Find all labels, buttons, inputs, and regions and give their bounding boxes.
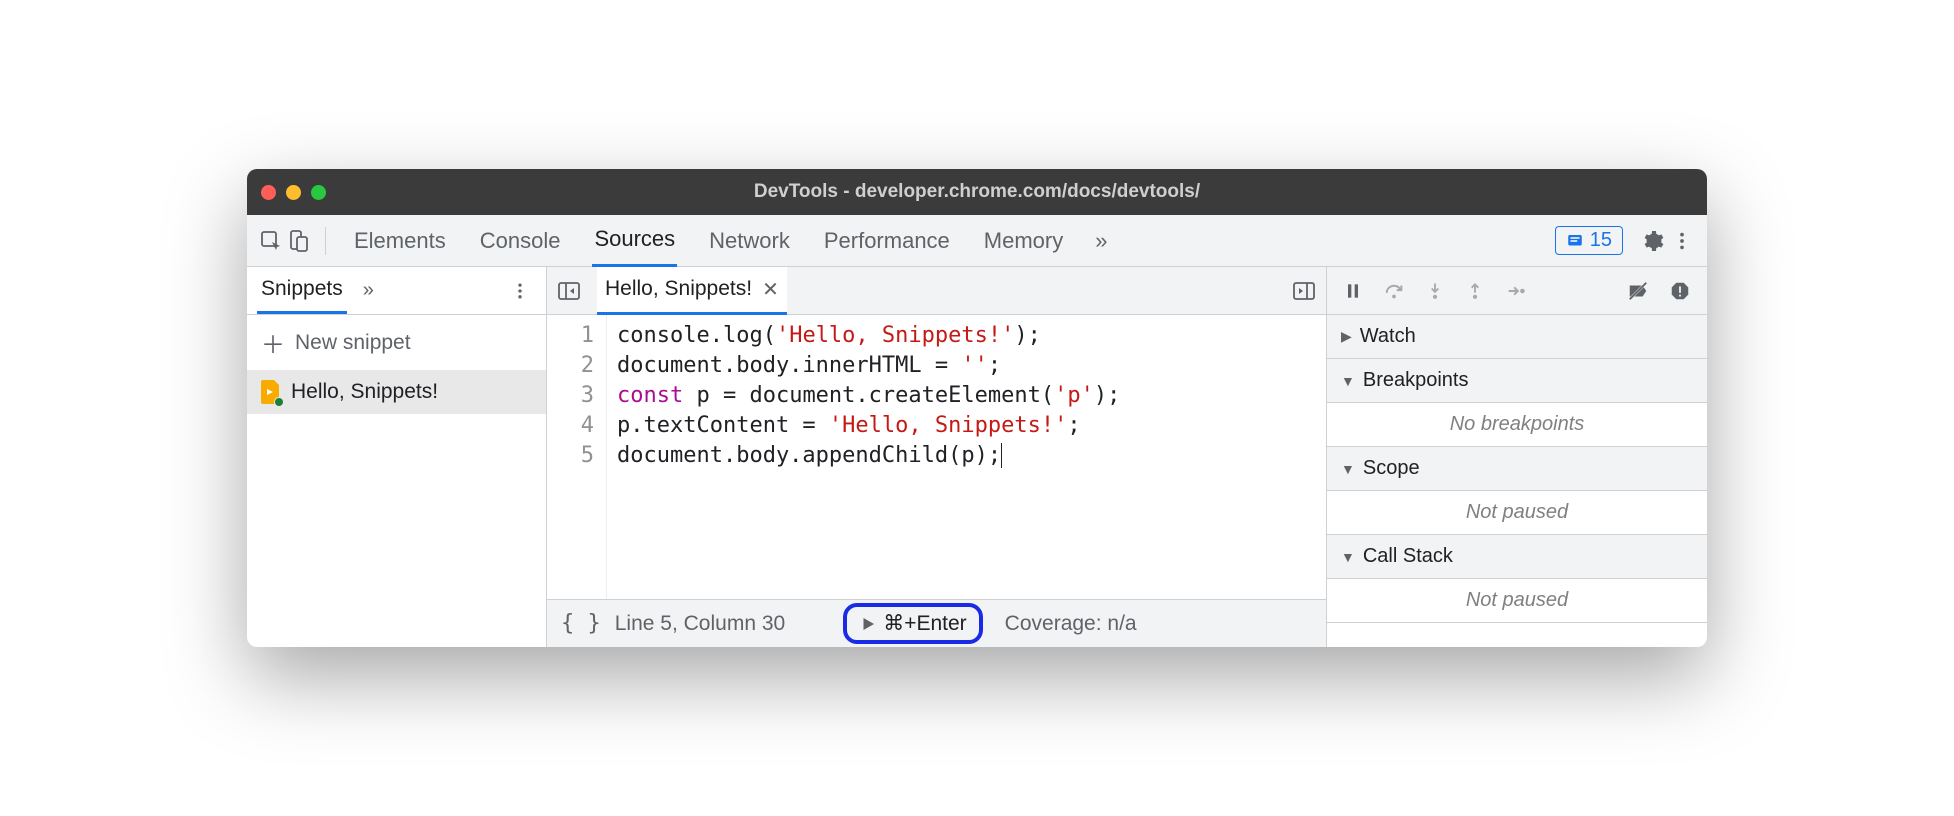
issues-count: 15	[1590, 229, 1612, 252]
panel-tab-elements[interactable]: Elements	[352, 216, 448, 266]
navigator-overflow-icon[interactable]: »	[363, 279, 374, 302]
panel-tab-memory[interactable]: Memory	[982, 216, 1065, 266]
triangle-down-icon: ▼	[1341, 461, 1355, 477]
devtools-window: DevTools - developer.chrome.com/docs/dev…	[247, 169, 1707, 647]
snippet-file-icon	[261, 380, 281, 404]
window-title: DevTools - developer.chrome.com/docs/dev…	[247, 181, 1707, 203]
debugger-toolbar	[1327, 267, 1707, 315]
step-out-icon[interactable]	[1465, 281, 1485, 301]
main-content: Snippets » ＋ New snippet Hello, Snippets…	[247, 267, 1707, 647]
step-over-icon[interactable]	[1383, 280, 1405, 302]
code-editor[interactable]: 12345 console.log('Hello, Snippets!');do…	[547, 315, 1326, 599]
code-content[interactable]: console.log('Hello, Snippets!');document…	[607, 315, 1120, 599]
navigator-more-icon[interactable]	[510, 281, 536, 301]
toggle-debugger-icon[interactable]	[1292, 279, 1316, 303]
settings-icon[interactable]	[1637, 229, 1667, 253]
panel-tab-sources[interactable]: Sources	[592, 214, 677, 267]
issues-badge[interactable]: 15	[1555, 226, 1623, 255]
section-breakpoints[interactable]: ▼ Breakpoints	[1327, 359, 1707, 403]
section-watch[interactable]: ▶ Watch	[1327, 315, 1707, 359]
coverage-status: Coverage: n/a	[1005, 612, 1137, 636]
section-title: Watch	[1360, 325, 1416, 348]
run-snippet-button[interactable]: ⌘+Enter	[843, 603, 982, 644]
section-body: Not paused	[1327, 579, 1707, 623]
deactivate-breakpoints-icon[interactable]	[1627, 280, 1649, 302]
window-titlebar: DevTools - developer.chrome.com/docs/dev…	[247, 169, 1707, 215]
navigator-sidebar: Snippets » ＋ New snippet Hello, Snippets…	[247, 267, 547, 647]
close-window-icon[interactable]	[261, 185, 276, 200]
toolbar-separator	[325, 227, 326, 255]
editor-panel: Hello, Snippets! ✕ 12345 console.log('He…	[547, 267, 1327, 647]
triangle-down-icon: ▼	[1341, 549, 1355, 565]
editor-tabstrip: Hello, Snippets! ✕	[547, 267, 1326, 315]
plus-icon: ＋	[261, 325, 285, 360]
section-body: Not paused	[1327, 491, 1707, 535]
new-snippet-label: New snippet	[295, 331, 411, 355]
pretty-print-icon[interactable]: { }	[561, 611, 601, 636]
snippets-tab[interactable]: Snippets	[257, 267, 347, 314]
section-title: Breakpoints	[1363, 369, 1469, 392]
panel-tabs: Elements Console Sources Network Performance…	[352, 214, 1555, 267]
snippet-list-item[interactable]: Hello, Snippets!	[247, 370, 546, 414]
step-icon[interactable]	[1505, 280, 1527, 302]
new-snippet-button[interactable]: ＋ New snippet	[247, 315, 546, 370]
modified-dot-icon	[274, 397, 284, 407]
device-toolbar-icon[interactable]	[285, 227, 313, 255]
navigator-tabstrip: Snippets »	[247, 267, 546, 315]
panel-tab-network[interactable]: Network	[707, 216, 792, 266]
zoom-window-icon[interactable]	[311, 185, 326, 200]
snippet-name: Hello, Snippets!	[291, 380, 438, 404]
more-icon[interactable]	[1667, 230, 1697, 252]
minimize-window-icon[interactable]	[286, 185, 301, 200]
panel-tab-performance[interactable]: Performance	[822, 216, 952, 266]
section-title: Scope	[1363, 457, 1420, 480]
traffic-lights	[261, 185, 326, 200]
main-toolbar: Elements Console Sources Network Performance…	[247, 215, 1707, 267]
step-into-icon[interactable]	[1425, 281, 1445, 301]
section-title: Call Stack	[1363, 545, 1453, 568]
editor-statusbar: { } Line 5, Column 30 ⌘+Enter Coverage: …	[547, 599, 1326, 647]
pause-icon[interactable]	[1343, 281, 1363, 301]
debugger-sidebar: ▶ Watch ▼ Breakpoints No breakpoints ▼ Scope No…	[1327, 267, 1707, 647]
section-call-stack[interactable]: ▼ Call Stack	[1327, 535, 1707, 579]
section-body: No breakpoints	[1327, 403, 1707, 447]
panel-tab-console[interactable]: Console	[478, 216, 563, 266]
inspect-icon[interactable]	[257, 227, 285, 255]
line-gutter: 12345	[547, 315, 607, 599]
editor-tab[interactable]: Hello, Snippets! ✕	[597, 267, 787, 315]
toggle-navigator-icon[interactable]	[557, 279, 581, 303]
pause-on-exceptions-icon[interactable]	[1669, 280, 1691, 302]
close-tab-icon[interactable]: ✕	[762, 277, 779, 302]
panel-tabs-overflow-icon[interactable]: »	[1095, 228, 1107, 254]
run-shortcut-label: ⌘+Enter	[883, 611, 966, 636]
triangle-right-icon: ▶	[1341, 328, 1352, 345]
triangle-down-icon: ▼	[1341, 373, 1355, 389]
cursor-position: Line 5, Column 30	[615, 612, 785, 636]
editor-tab-title: Hello, Snippets!	[605, 277, 752, 301]
section-scope[interactable]: ▼ Scope	[1327, 447, 1707, 491]
